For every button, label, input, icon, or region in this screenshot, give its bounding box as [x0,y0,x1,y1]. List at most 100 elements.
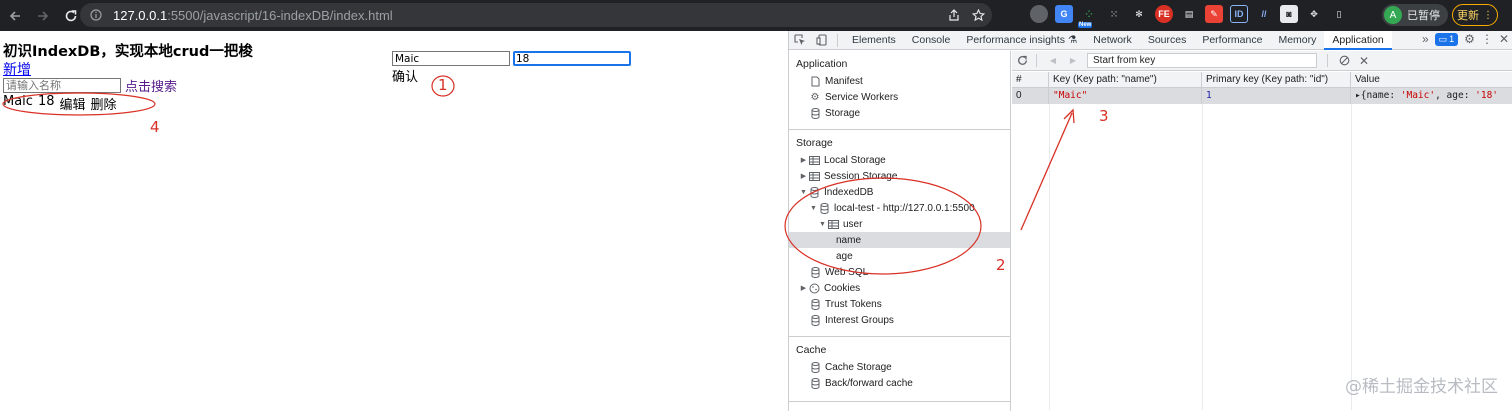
translate-icon[interactable]: G [1055,5,1073,23]
gear-icon[interactable]: ⚙ [1464,32,1475,46]
extension-new-icon[interactable]: ⁘ New [1078,5,1098,28]
sidebar-item-indexeddb[interactable]: ▼ IndexedDB [789,184,1010,200]
forward-icon[interactable] [30,3,56,29]
more-options-icon[interactable]: ⋮ [1481,32,1493,46]
expand-triangle-icon[interactable]: ▶ [799,284,808,292]
inspect-element-icon[interactable] [789,31,811,50]
column-header-index[interactable]: # [1012,71,1049,88]
profile-status-label: 已暂停 [1407,10,1440,22]
extension-slash-icon[interactable]: // [1255,5,1273,23]
extension-dots-icon[interactable]: ⁙ [1105,5,1123,23]
bookmark-star-icon[interactable] [970,7,986,23]
sidebar-item-label: Storage [825,107,861,119]
device-toolbar-icon[interactable] [811,31,833,50]
profile-button[interactable]: A 已暂停 [1382,4,1448,26]
sidebar-item-index-age[interactable]: age [789,248,1010,264]
age-field[interactable] [513,51,631,66]
data-view-toolbar: ◀ ▶ Start from key ✕ [1012,51,1512,71]
tab-network[interactable]: Network [1085,31,1140,50]
sidebar-item-object-store-user[interactable]: ▼ user [789,216,1010,232]
previous-page-icon[interactable]: ◀ [1043,51,1063,71]
url-text[interactable]: 127.0.0.1:5500/javascript/16-indexDB/ind… [113,8,393,23]
issues-badge[interactable]: ▭ 1 [1434,32,1459,46]
sidebar-item-database[interactable]: ▼ local-test - http://127.0.0.1:5500 [789,200,1010,216]
site-info-icon[interactable] [89,8,103,22]
table-row[interactable]: 0 "Maic" 1 ▸{name: 'Maic', age: '18' [1012,88,1512,104]
extension-doc-icon[interactable]: ▤ [1180,5,1198,23]
sidebar-item-label: IndexedDB [824,186,874,198]
delete-button[interactable]: 删除 [91,94,117,113]
document-icon [809,75,821,87]
tab-performance[interactable]: Performance [1194,31,1270,50]
divider [789,401,1010,402]
sidebar-item-label: Cookies [824,282,861,294]
extensions-puzzle-icon[interactable]: ✥ [1305,5,1323,23]
sidebar-item-index-name[interactable]: name [789,232,1010,248]
more-tabs-icon[interactable]: » [1422,32,1429,46]
sidepanel-icon[interactable]: ▯ [1330,5,1348,23]
grid-icon [808,154,820,166]
add-link[interactable]: 新增 [3,59,31,79]
refresh-icon[interactable] [1012,51,1032,71]
extension-circle-icon[interactable] [1030,5,1048,23]
sidebar-item-back-forward-cache[interactable]: Back/forward cache [789,375,1010,391]
close-icon[interactable]: ✕ [1499,32,1509,46]
extension-tag-icon[interactable]: ✎ [1205,5,1223,23]
tab-memory[interactable]: Memory [1270,31,1324,50]
name-field[interactable] [392,51,510,66]
sidebar-item-manifest[interactable]: Manifest [789,73,1010,89]
tab-sources[interactable]: Sources [1140,31,1195,50]
update-button[interactable]: 更新 ⋮ [1452,4,1498,26]
update-label: 更新 [1457,10,1479,22]
extension-react-icon[interactable]: ✻ [1130,5,1148,23]
sidebar-item-cookies[interactable]: ▶ Cookies [789,280,1010,296]
start-from-key-input[interactable]: Start from key [1087,53,1317,68]
back-icon[interactable] [2,3,28,29]
search-button[interactable]: 点击搜索 [125,76,177,95]
tab-elements[interactable]: Elements [844,31,904,50]
value-age: '18' [1475,90,1499,101]
issues-count: 1 [1449,34,1455,44]
record-age: 18 [37,94,55,109]
share-icon[interactable] [946,7,962,23]
tab-performance-insights[interactable]: Performance insights ⚗ [958,31,1085,50]
expand-triangle-icon[interactable]: ▶ [799,156,808,164]
database-icon [809,107,821,119]
annotation-number-3: 3 [1099,107,1109,125]
devtools-tabbar: Elements Console Performance insights ⚗ … [789,30,1512,50]
annotation-number-4: 4 [150,118,160,136]
column-header-value[interactable]: Value [1351,72,1512,88]
sidebar-item-trust-tokens[interactable]: Trust Tokens [789,296,1010,312]
extension-face-icon[interactable]: ◙ [1280,5,1298,23]
sidebar-item-service-workers[interactable]: ⚙ Service Workers [789,89,1010,105]
sidebar-item-session-storage[interactable]: ▶ Session Storage [789,168,1010,184]
extension-fe-icon[interactable]: FE [1155,5,1173,23]
edit-button[interactable]: 编辑 [60,94,86,113]
sidebar-item-interest-groups[interactable]: Interest Groups [789,312,1010,328]
sidebar-item-storage[interactable]: Storage [789,105,1010,121]
column-header-primary-key[interactable]: Primary key (Key path: "id") [1202,71,1351,88]
address-bar[interactable]: 127.0.0.1:5500/javascript/16-indexDB/ind… [80,3,992,27]
database-icon [818,202,830,214]
collapse-triangle-icon[interactable]: ▼ [818,221,827,228]
delete-selected-icon[interactable]: ✕ [1354,51,1374,71]
tab-application[interactable]: Application [1324,30,1392,50]
extension-id-icon[interactable]: ID [1230,5,1248,23]
search-input[interactable] [3,78,121,93]
sidebar-item-label: Manifest [825,75,863,87]
flask-icon: ⚗ [1067,33,1078,46]
data-grid: # Key (Key path: "name") Primary key (Ke… [1012,71,1512,104]
sidebar-item-web-sql[interactable]: Web SQL [789,264,1010,280]
column-header-key[interactable]: Key (Key path: "name") [1049,71,1202,88]
tab-console[interactable]: Console [904,31,959,50]
expand-triangle-icon[interactable]: ▶ [799,172,808,180]
clear-object-store-icon[interactable] [1334,51,1354,71]
next-page-icon[interactable]: ▶ [1063,51,1083,71]
new-badge: New [1078,22,1093,28]
sidebar-item-local-storage[interactable]: ▶ Local Storage [789,152,1010,168]
confirm-button[interactable]: 确认 [392,66,418,85]
collapse-triangle-icon[interactable]: ▼ [809,205,818,212]
row-value[interactable]: ▸{name: 'Maic', age: '18' [1351,88,1512,104]
sidebar-item-cache-storage[interactable]: Cache Storage [789,359,1010,375]
collapse-triangle-icon[interactable]: ▼ [799,189,808,196]
